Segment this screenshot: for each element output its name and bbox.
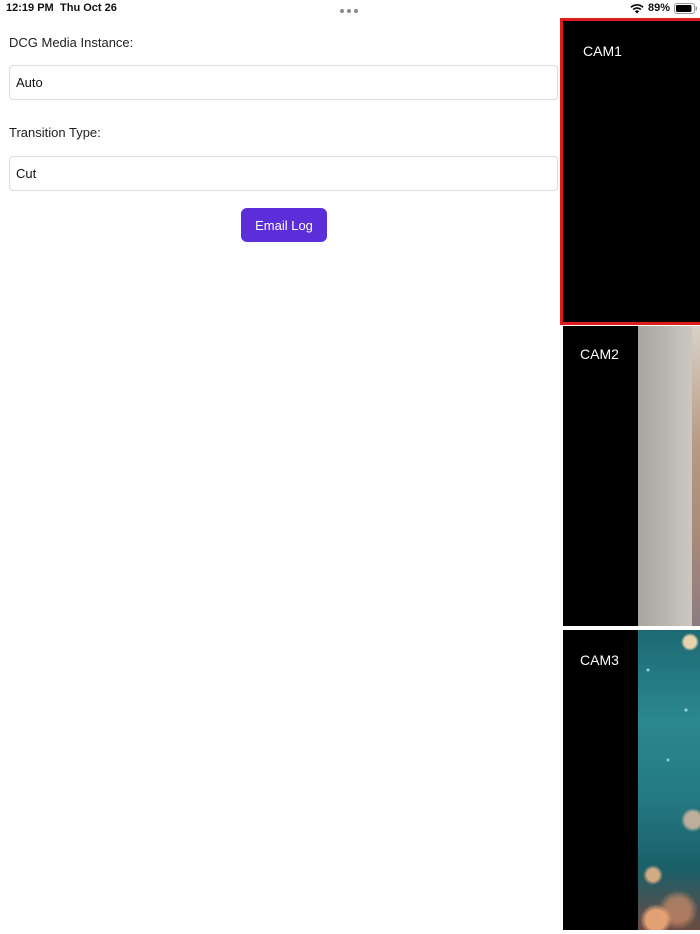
- camera-panel-cam2[interactable]: CAM2: [563, 326, 700, 626]
- camera-panel-cam1[interactable]: CAM1: [560, 18, 700, 325]
- multitasking-menu-icon[interactable]: [340, 9, 358, 13]
- status-time: 12:19 PM: [6, 2, 54, 14]
- transition-type-field[interactable]: Cut: [9, 156, 558, 191]
- transition-type-label: Transition Type:: [9, 125, 101, 140]
- camera-label: CAM2: [580, 346, 619, 362]
- media-instance-label: DCG Media Instance:: [9, 35, 134, 50]
- wifi-icon: [630, 3, 644, 13]
- app-root: 12:19 PM Thu Oct 26 89% DCG Media Instan…: [0, 0, 700, 934]
- status-date: Thu Oct 26: [60, 2, 117, 14]
- camera-label: CAM3: [580, 652, 619, 668]
- camera-panel-cam3[interactable]: CAM3: [563, 630, 700, 930]
- battery-icon: [674, 2, 697, 14]
- email-log-button[interactable]: Email Log: [241, 208, 327, 242]
- camera-label: CAM1: [583, 43, 622, 59]
- status-indicators: 89%: [630, 2, 698, 14]
- status-bar: 12:19 PM Thu Oct 26 89%: [0, 0, 700, 20]
- camera-feed-image: [638, 630, 700, 930]
- camera-feed-image: [638, 326, 700, 626]
- battery-percentage: 89%: [647, 2, 670, 14]
- media-instance-field[interactable]: Auto: [9, 65, 558, 100]
